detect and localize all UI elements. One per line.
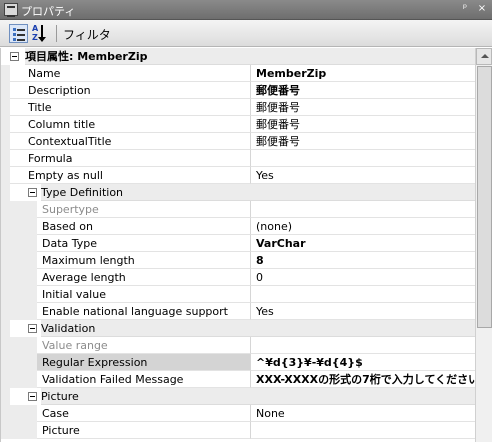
scroll-up-arrow-icon[interactable]: [476, 48, 492, 65]
property-row[interactable]: Value range: [1, 337, 475, 354]
property-name: Empty as null: [10, 167, 251, 184]
property-name: Regular Expression: [37, 354, 251, 371]
pin-icon[interactable]: ᵖ: [458, 2, 472, 16]
property-row[interactable]: Initial value: [1, 286, 475, 303]
property-value[interactable]: None: [251, 405, 475, 422]
property-name: Description: [10, 82, 251, 99]
property-name: Initial value: [37, 286, 251, 303]
property-row[interactable]: Formula: [1, 150, 475, 167]
category-root-label: 項目属性: MemberZip: [25, 48, 475, 65]
property-row[interactable]: Supertype: [1, 201, 475, 218]
property-value[interactable]: VarChar: [251, 235, 475, 252]
property-name: ContextualTitle: [10, 133, 251, 150]
property-value[interactable]: MemberZip: [251, 65, 475, 82]
filter-button[interactable]: フィルタ: [63, 26, 111, 43]
property-value[interactable]: 郵便番号: [251, 133, 475, 150]
sort-az-icon: A: [32, 24, 39, 33]
property-value[interactable]: (none): [251, 218, 475, 235]
property-name: Average length: [37, 269, 251, 286]
property-row[interactable]: Description 郵便番号: [1, 82, 475, 99]
close-icon[interactable]: ×: [475, 2, 489, 16]
property-value[interactable]: 郵便番号: [251, 99, 475, 116]
property-name: Maximum length: [37, 252, 251, 269]
property-row[interactable]: Average length 0: [1, 269, 475, 286]
property-value[interactable]: 0: [251, 269, 475, 286]
collapse-icon[interactable]: [28, 392, 37, 401]
property-value[interactable]: [251, 286, 475, 303]
property-row[interactable]: Data Type VarChar: [1, 235, 475, 252]
property-row-selected[interactable]: Regular Expression ^¥d{3}¥-¥d{4}$: [1, 354, 475, 371]
property-row[interactable]: Column title 郵便番号: [1, 116, 475, 133]
category-validation[interactable]: Validation: [1, 320, 475, 337]
category-label: Type Definition: [41, 184, 475, 201]
property-value[interactable]: 郵便番号: [251, 116, 475, 133]
category-root[interactable]: 項目属性: MemberZip: [1, 48, 475, 65]
property-value[interactable]: 8: [251, 252, 475, 269]
property-row[interactable]: Empty as null Yes: [1, 167, 475, 184]
category-label: Picture: [41, 388, 475, 405]
property-name: Data Type: [37, 235, 251, 252]
property-row[interactable]: ContextualTitle 郵便番号: [1, 133, 475, 150]
property-value[interactable]: XXX-XXXXの形式の7桁で入力してください: [251, 371, 475, 388]
collapse-icon[interactable]: [28, 188, 37, 197]
sort-alphabetical-button[interactable]: A Z: [31, 24, 50, 43]
property-row[interactable]: Enable national language support Yes: [1, 303, 475, 320]
property-row[interactable]: Validation Failed Message XXX-XXXXの形式の7桁で…: [1, 371, 475, 388]
property-value[interactable]: ^¥d{3}¥-¥d{4}$: [251, 354, 475, 371]
property-row[interactable]: Picture: [1, 422, 475, 439]
scroll-thumb[interactable]: [477, 66, 492, 328]
property-row[interactable]: Maximum length 8: [1, 252, 475, 269]
property-row[interactable]: Case None: [1, 405, 475, 422]
categorized-view-button[interactable]: [9, 24, 28, 43]
property-name: Enable national language support: [37, 303, 251, 320]
category-type-definition[interactable]: Type Definition: [1, 184, 475, 201]
property-name: Name: [10, 65, 251, 82]
property-value[interactable]: [251, 150, 475, 167]
vertical-scrollbar[interactable]: [475, 48, 492, 442]
property-name: Title: [10, 99, 251, 116]
properties-window-icon: [4, 3, 18, 17]
property-value[interactable]: Yes: [251, 303, 475, 320]
property-row[interactable]: Based on (none): [1, 218, 475, 235]
toolbar-separator: [56, 25, 57, 42]
property-value[interactable]: Yes: [251, 167, 475, 184]
property-value[interactable]: [251, 422, 475, 439]
property-value[interactable]: [251, 337, 475, 354]
property-name: Picture: [37, 422, 251, 439]
property-name: Validation Failed Message: [37, 371, 251, 388]
property-name: Value range: [37, 337, 251, 354]
category-picture[interactable]: Picture: [1, 388, 475, 405]
toolbar: A Z フィルタ: [0, 20, 492, 47]
property-name: Supertype: [37, 201, 251, 218]
property-name: Formula: [10, 150, 251, 167]
property-name: Case: [37, 405, 251, 422]
collapse-icon[interactable]: [10, 52, 19, 61]
category-label: Validation: [41, 320, 475, 337]
property-name: Based on: [37, 218, 251, 235]
property-value[interactable]: 郵便番号: [251, 82, 475, 99]
title-bar: プロパティ ᵖ ×: [0, 0, 492, 20]
property-grid: 項目属性: MemberZip Name MemberZip Descriptio…: [0, 48, 475, 442]
collapse-icon[interactable]: [28, 324, 37, 333]
window-title: プロパティ: [21, 5, 76, 18]
property-name: Column title: [10, 116, 251, 133]
property-row[interactable]: Name MemberZip: [1, 65, 475, 82]
property-row[interactable]: Title 郵便番号: [1, 99, 475, 116]
property-value[interactable]: [251, 201, 475, 218]
